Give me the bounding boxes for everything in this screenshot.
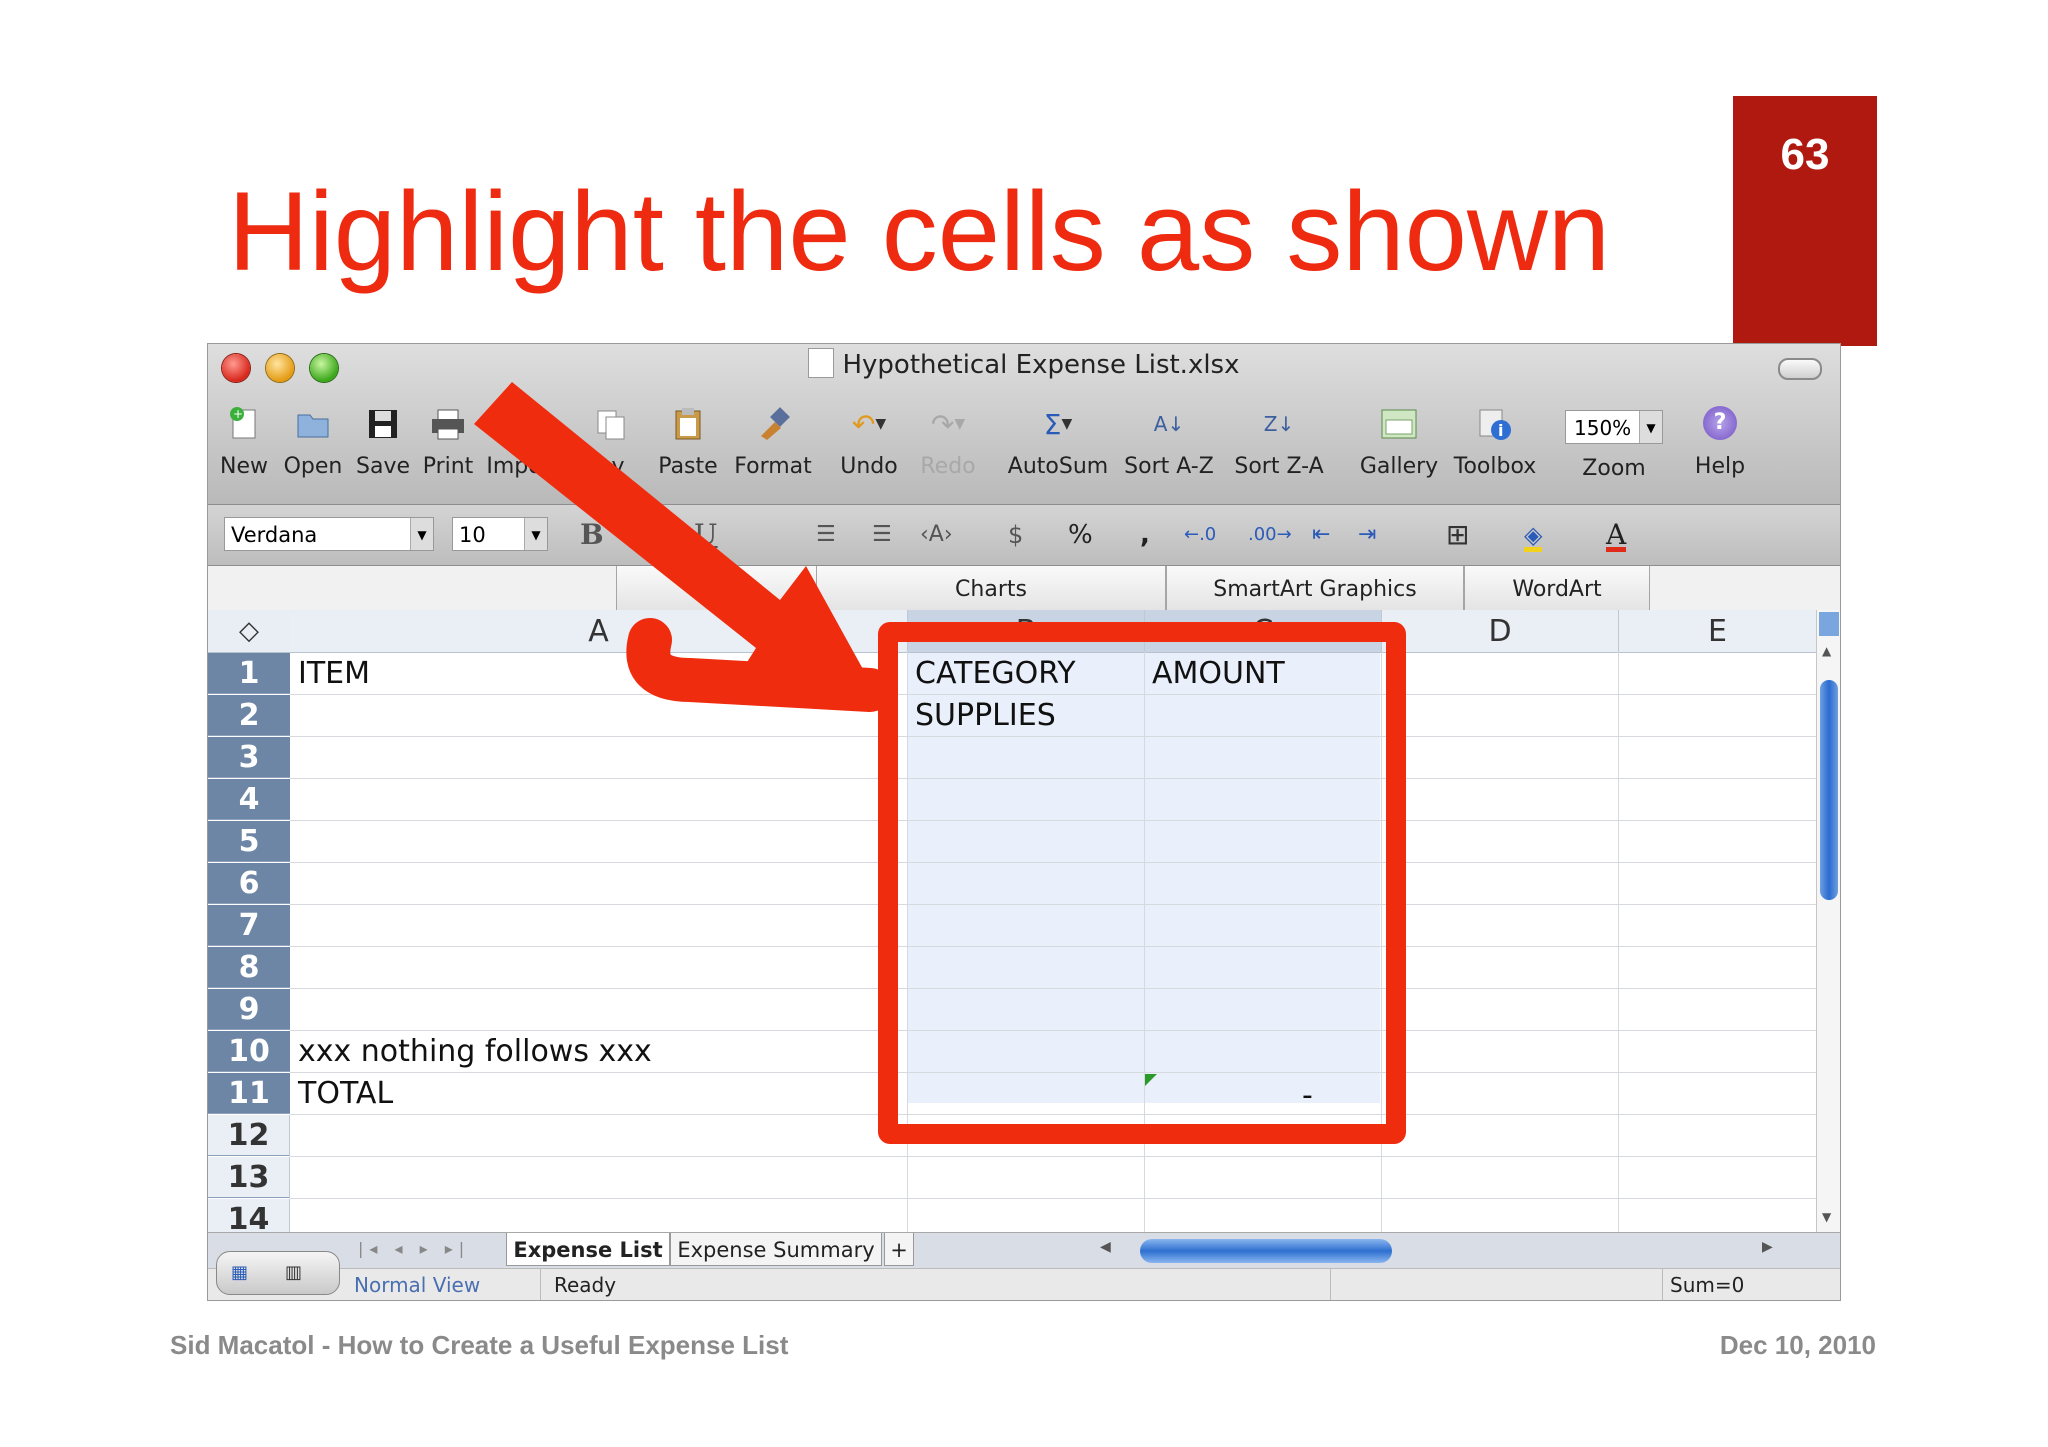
footer-date: Dec 10, 2010 — [1719, 1330, 1876, 1360]
footer-author: Sid Macatol - How to Create a Useful Exp… — [170, 1330, 789, 1360]
annotation-arrow-icon — [474, 382, 892, 712]
